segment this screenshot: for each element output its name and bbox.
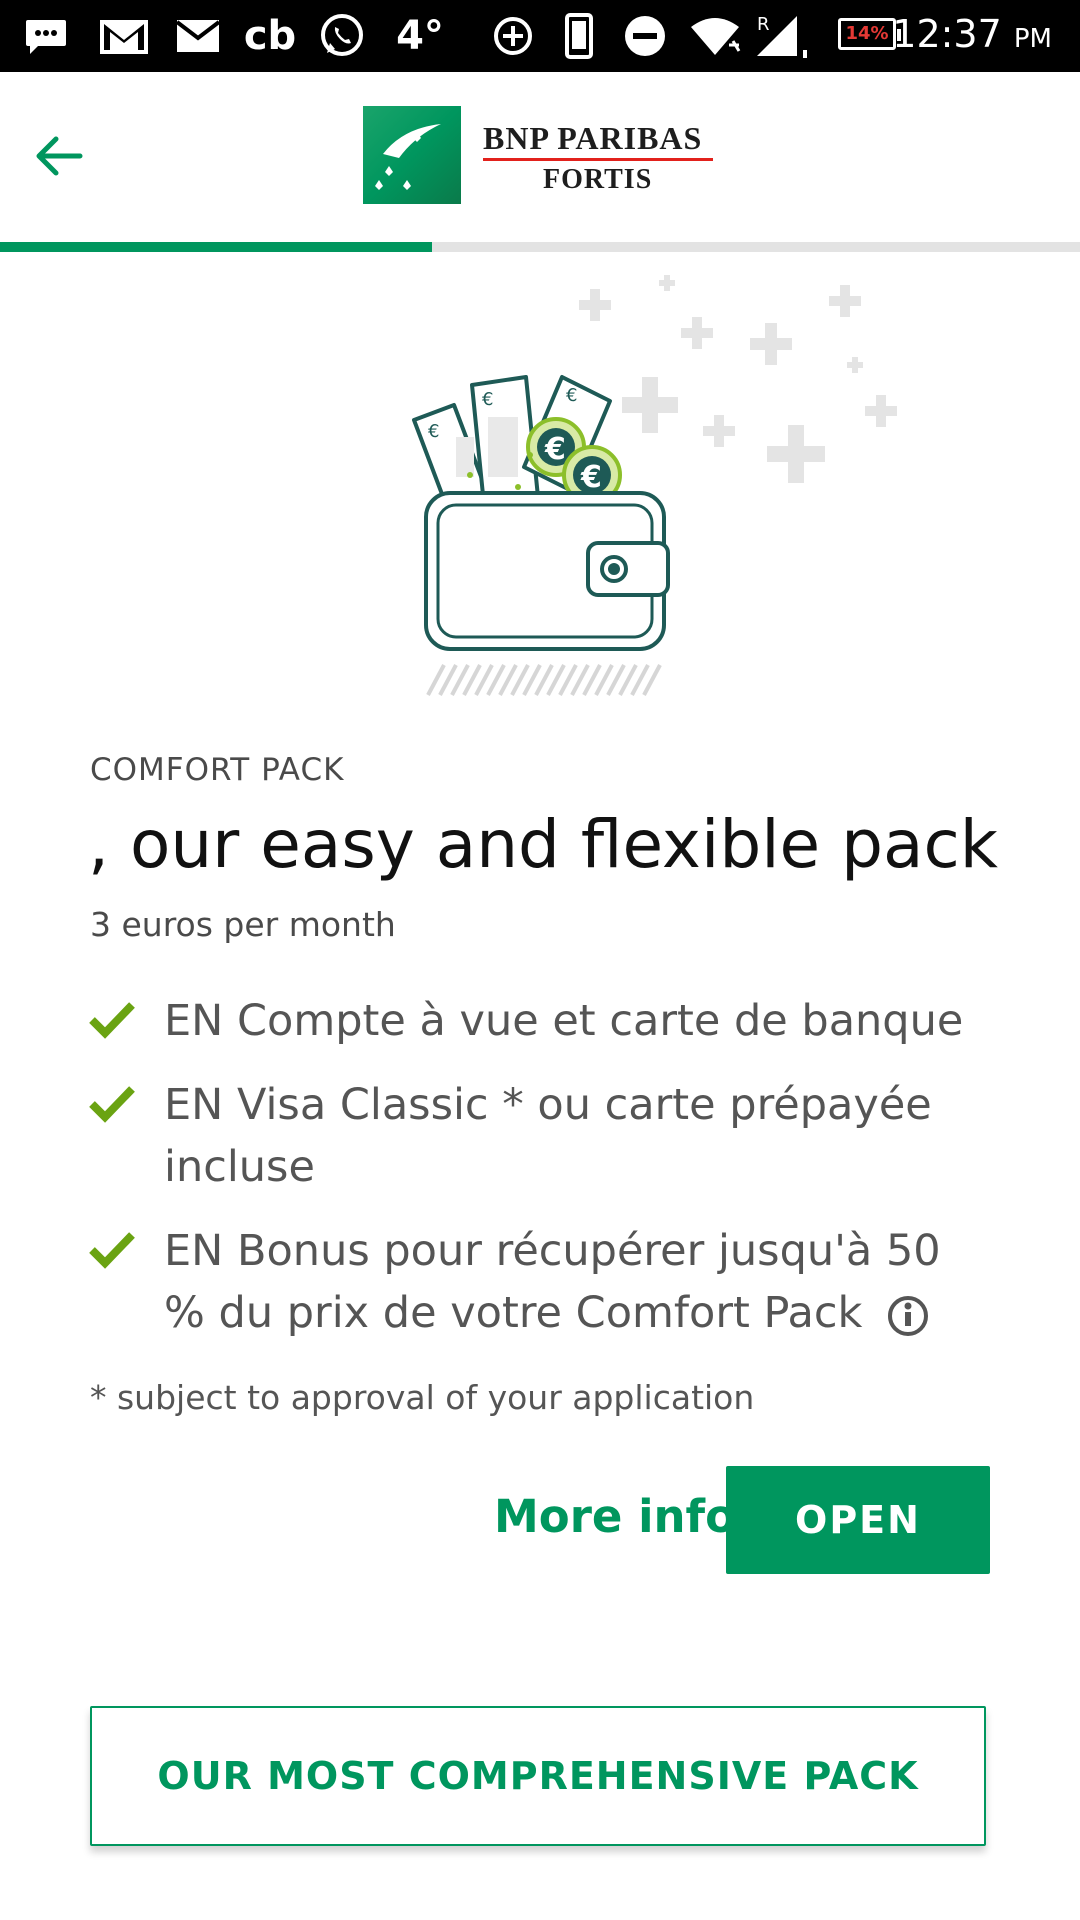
approval-footnote: * subject to approval of your applicatio… [90,1378,755,1417]
mail-icon [174,10,222,62]
pack-price: 3 euros per month [90,905,396,944]
feature-text: EN Compte à vue et carte de banque [164,996,964,1046]
pack-title: , our easy and flexible pack [88,806,998,883]
signal-icon: R [752,10,814,62]
gmail-icon [96,10,152,62]
app-header: BNP PARIBAS FORTIS [0,72,1080,244]
feature-text: EN Bonus pour récupérer jusqu'à 50 % du … [164,1226,941,1338]
feature-item: EN Compte à vue et carte de banque [88,990,968,1052]
svg-text:R: R [757,14,770,35]
cb-icon: cb [243,13,297,59]
status-bar: cb 4° R 14% 12:37 PM [0,0,1080,72]
comprehensive-pack-button[interactable]: OUR MOST COMPREHENSIVE PACK [90,1706,986,1846]
phone-icon [562,10,596,62]
pack-eyebrow: COMFORT PACK [90,752,345,788]
more-info-link[interactable]: More info [494,1490,736,1543]
feature-item: EN Visa Classic * ou carte prépayée incl… [88,1074,968,1198]
info-icon[interactable] [886,1294,930,1338]
message-icon [24,10,68,62]
battery-indicator: 14% [838,18,901,50]
svg-text:€: € [580,460,602,495]
logo-stars-icon [363,106,461,204]
check-icon [89,1232,135,1269]
progress-bar [0,242,1080,252]
brand-sub: FORTIS [543,164,653,195]
data-saver-icon [490,10,536,62]
wallet-illustration: € € € € € [400,265,920,705]
temperature-text: 4° [396,13,444,59]
brand-underline [483,158,713,161]
feature-item: EN Bonus pour récupérer jusqu'à 50 % du … [88,1220,968,1344]
svg-text:€: € [482,389,493,410]
whatsapp-icon [316,10,368,62]
feature-list: EN Compte à vue et carte de banque EN Vi… [88,990,968,1366]
progress-fill [0,242,432,252]
brand-name: BNP PARIBAS [483,120,703,156]
bank-logo: BNP PARIBAS FORTIS [363,106,723,206]
feature-text: EN Visa Classic * ou carte prépayée incl… [164,1080,932,1192]
back-button[interactable] [28,124,92,188]
dnd-icon [622,10,668,62]
open-button[interactable]: OPEN [726,1466,990,1574]
clock: 12:37 PM [892,12,1052,56]
arrow-left-icon [36,136,83,176]
svg-text:€: € [566,385,577,406]
check-icon [89,1002,135,1039]
wifi-icon [688,10,742,62]
check-icon [89,1086,135,1123]
svg-text:€: € [428,421,439,442]
svg-text:€: € [544,432,566,467]
